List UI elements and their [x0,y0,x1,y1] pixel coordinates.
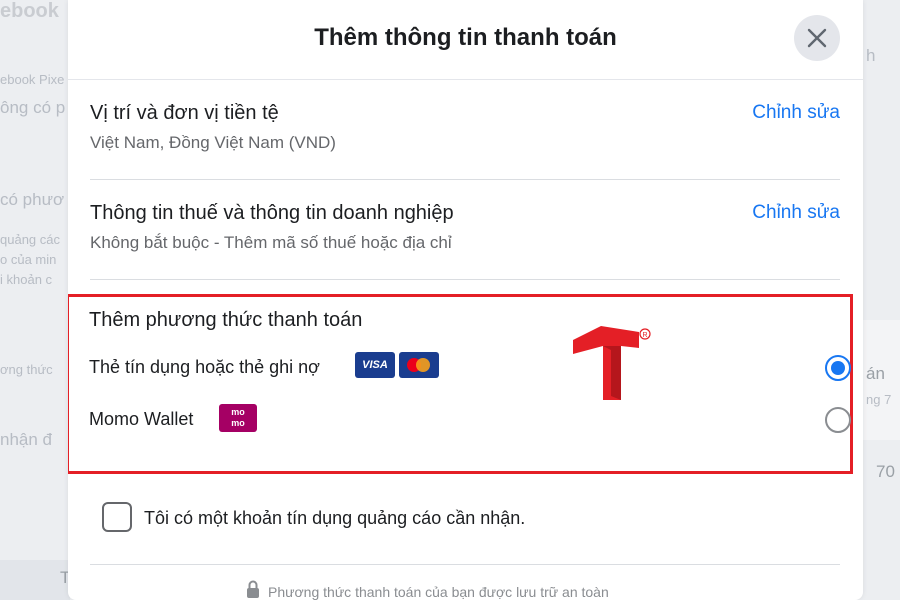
bg-text-fragment: ông có p [0,98,66,117]
dialog-header: Thêm thông tin thanh toán [68,0,863,80]
section-subtitle: Việt Nam, Đồng Việt Nam (VND) [90,133,336,152]
divider [90,179,840,180]
bg-title-fragment: ebook [0,0,59,22]
momo-icon: mo mo [219,404,257,432]
bg-text-fragment: ơng thức [0,362,53,377]
ad-credit-checkbox[interactable] [102,502,132,532]
bg-text-fragment: án [866,364,885,383]
watermark-logo-icon: R [573,326,651,400]
close-button[interactable] [794,15,840,61]
option-label: Momo Wallet [89,409,194,429]
payment-method-section: Thêm phương thức thanh toán Thẻ tín dụng… [68,294,853,474]
edit-location-link[interactable]: Chỉnh sửa [752,102,840,124]
option-momo[interactable]: Momo Wallet mo mo [89,401,851,441]
dialog-title: Thêm thông tin thanh toán [314,24,617,51]
secure-storage-note: Phương thức thanh toán của bạn được lưu … [268,584,609,600]
bg-text-fragment: có phươ [0,190,65,209]
option-card[interactable]: Thẻ tín dụng hoặc thẻ ghi nợ VISA [89,349,851,389]
checkbox-label: Tôi có một khoản tín dụng quảng cáo cần … [144,508,526,528]
bg-text-fragment: o của min [0,252,57,267]
payment-info-dialog: Thêm thông tin thanh toán Vị trí và đơn … [68,0,863,600]
bg-text-fragment: i khoản c [0,272,53,287]
section-title: Vị trí và đơn vị tiền tệ [90,102,279,124]
visa-icon: VISA [355,352,395,378]
radio-momo[interactable] [825,407,851,433]
bg-text-fragment: 70 [876,462,895,481]
lock-icon [247,580,259,598]
bg-text-fragment: h [866,46,876,65]
svg-text:R: R [642,332,647,339]
location-currency-section: Vị trí và đơn vị tiền tệ Việt Nam, Đồng … [90,102,840,153]
option-label: Thẻ tín dụng hoặc thẻ ghi nợ [89,357,320,377]
divider [90,564,840,565]
bg-text-fragment: nhận đ [0,430,52,449]
radio-card[interactable] [825,355,851,381]
bg-text-fragment: quảng các [0,232,60,247]
mastercard-icon [399,352,439,378]
bg-text-fragment: ebook Pixe [0,72,65,87]
payment-method-title: Thêm phương thức thanh toán [89,309,363,331]
edit-tax-link[interactable]: Chỉnh sửa [752,202,840,224]
section-subtitle: Không bắt buộc - Thêm mã số thuế hoặc đị… [90,233,452,252]
tax-business-section: Thông tin thuế và thông tin doanh nghiệp… [90,202,840,253]
section-title: Thông tin thuế và thông tin doanh nghiệp [90,202,454,224]
close-icon [807,28,827,48]
bg-text-fragment: ng 7 [866,392,892,407]
divider [90,279,840,280]
